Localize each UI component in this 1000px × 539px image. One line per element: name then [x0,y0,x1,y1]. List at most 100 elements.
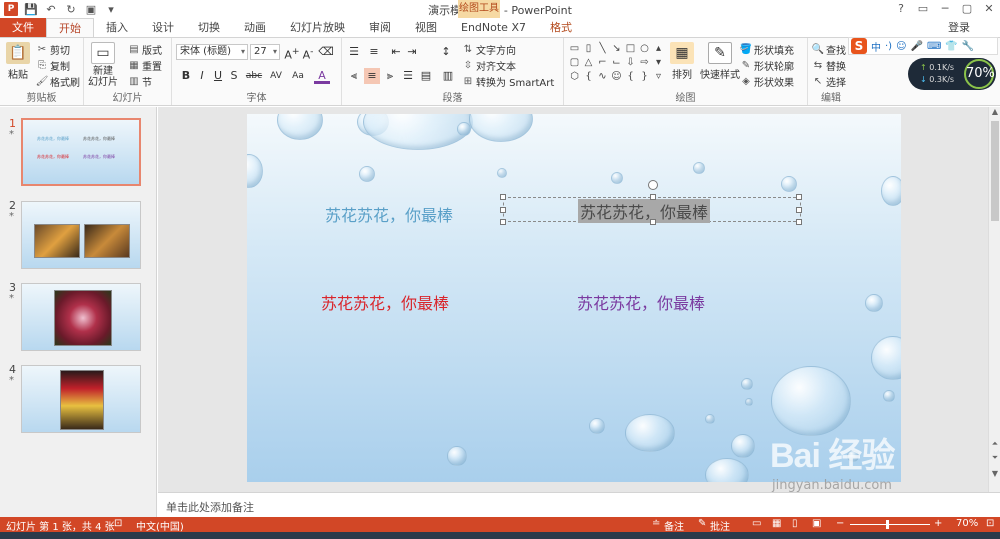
textbox-shape-icon[interactable]: ▭ [568,42,581,55]
distribute-icon[interactable]: ▤ [418,68,434,84]
section-button[interactable]: ▥ 节 [128,74,152,89]
slide-sorter-icon[interactable]: ▦ [772,518,781,529]
italic-button[interactable]: I [194,68,210,84]
gallery-more-icon[interactable]: ▿ [652,70,665,83]
grow-font-icon[interactable]: A+ [284,44,300,62]
layout-button[interactable]: ▤ 版式 [128,42,162,57]
brace-shape-icon[interactable]: { [582,70,595,83]
slideshow-view-icon[interactable]: ▣ [812,518,821,529]
new-slide-button[interactable]: ▭ 新建 幻灯片 [88,42,118,88]
line-spacing-icon[interactable]: ↕ [438,44,454,60]
columns-icon[interactable]: ▥ [440,68,456,84]
network-speed-widget[interactable]: ↑ 0.1K/s ↓ 0.3K/s 70% [908,58,996,90]
oval-shape-icon[interactable]: ○ [638,42,651,55]
justify-icon[interactable]: ☰ [400,68,416,84]
curve-shape-icon[interactable]: ⇩ [624,56,637,69]
resize-handle[interactable] [650,219,656,225]
slide-thumbnail-3[interactable] [21,283,141,351]
normal-view-icon[interactable]: ▭ [752,518,761,529]
reset-button[interactable]: ▦ 重置 [128,58,162,73]
rect-shape-icon[interactable]: □ [624,42,637,55]
resize-handle[interactable] [796,219,802,225]
tab-design[interactable]: 设计 [140,18,186,37]
paste-button[interactable]: 📋 粘贴 [6,42,30,81]
shape-effects-button[interactable]: ◈ 形状效果 [740,74,794,89]
slide-thumbnail-4[interactable] [21,365,141,433]
fit-slide-icon[interactable]: ⊡ [986,518,994,529]
shape-fill-button[interactable]: 🪣 形状填充 [740,42,794,57]
ribbon-display-icon[interactable]: ▭ [912,0,934,18]
shapes-gallery[interactable]: ▭ ▯ ╲ ↘ □ ○ ▴ ▢ △ ⌐ ⌙ ⇩ ⇨ ▾ ⬡{∿ ☺{} ▿ [568,42,668,83]
format-painter-button[interactable]: 🖌 格式刷 [36,74,80,89]
spellcheck-icon[interactable]: ⊡ [114,518,122,529]
tab-slideshow[interactable]: 幻灯片放映 [278,18,357,37]
sogou-logo-icon[interactable]: S [851,38,867,54]
ime-tools-icon[interactable]: 🔧 [962,41,974,52]
resize-handle[interactable] [500,219,506,225]
resize-handle[interactable] [796,194,802,200]
cut-button[interactable]: ✂ 剪切 [36,42,70,57]
tab-view[interactable]: 视图 [403,18,449,37]
arrow-shape-icon[interactable]: ↘ [610,42,623,55]
tab-review[interactable]: 审阅 [357,18,403,37]
rounded-rect-shape-icon[interactable]: ▢ [568,56,581,69]
close-icon[interactable]: ✕ [978,0,1000,18]
zoom-in-icon[interactable]: + [934,518,942,529]
language-status[interactable]: 中文(中国) [136,518,184,533]
change-case-button[interactable]: Aa [288,68,308,84]
maximize-icon[interactable]: ▢ [956,0,978,18]
font-size-combo[interactable]: 27 ▾ [250,44,280,60]
selected-text-highlight[interactable]: 苏花苏花，你最棒 [578,199,711,223]
rbrace-shape-icon[interactable]: } [638,70,651,83]
resize-handle[interactable] [796,207,802,213]
font-name-combo[interactable]: 宋体 (标题) ▾ [176,44,248,60]
line-shape-icon[interactable]: ╲ [596,42,609,55]
tab-format[interactable]: 格式 [538,18,584,37]
prev-slide-icon[interactable]: ⏶ [989,439,1000,451]
text-direction-button[interactable]: ⇅ 文字方向 [462,42,516,57]
minimize-icon[interactable]: ─ [934,0,956,18]
ime-keyboard-icon[interactable]: ⌨ [927,41,941,52]
resize-handle[interactable] [650,194,656,200]
elbow-shape-icon[interactable]: ⌙ [610,56,623,69]
char-spacing-button[interactable]: AV [266,68,286,84]
notes-toggle-icon[interactable]: ≐ [652,518,660,529]
tab-endnote[interactable]: EndNote X7 [449,18,538,37]
vertical-scrollbar[interactable]: ▲ ⏶ ⏷ ▼ [988,107,1000,492]
clear-format-icon[interactable]: ⌫ [318,44,334,60]
quick-styles-button[interactable]: ✎ 快速样式 [700,42,740,81]
increase-indent-icon[interactable]: ⇥ [404,44,420,60]
convert-smartart-button[interactable]: ⊞ 转换为 SmartArt [462,74,555,89]
tab-file[interactable]: 文件 [0,18,46,37]
notes-placeholder[interactable]: 单击此处添加备注 [166,499,254,515]
triangle-shape-icon[interactable]: △ [582,56,595,69]
slide-count-status[interactable]: 幻灯片 第 1 张，共 4 张 [6,518,115,533]
numbering-icon[interactable]: ≡ [366,44,382,60]
slide-canvas[interactable]: 苏花苏花，你最棒 苏花苏花，你最棒 苏花苏花，你最棒 苏花苏花，你最棒 [247,114,901,482]
slide-text-blue[interactable]: 苏花苏花，你最棒 [325,202,453,226]
reading-view-icon[interactable]: ▯ [792,518,798,529]
bold-button[interactable]: B [178,68,194,84]
redo-icon[interactable]: ↻ [64,3,78,16]
decrease-indent-icon[interactable]: ⇤ [388,44,404,60]
rotate-handle-icon[interactable] [648,180,658,190]
comments-toggle[interactable]: 批注 [710,518,730,533]
zoom-level[interactable]: 70% [956,518,978,529]
ime-punct-icon[interactable]: ·) [885,41,892,52]
resize-handle[interactable] [500,194,506,200]
arrow2-shape-icon[interactable]: ⇨ [638,56,651,69]
resize-handle[interactable] [500,207,506,213]
save-icon[interactable]: 💾 [24,3,38,16]
slide-text-red[interactable]: 苏花苏花，你最棒 [321,290,449,314]
copy-button[interactable]: ⎘ 复制 [36,58,70,73]
help-icon[interactable]: ? [890,0,912,18]
squiggle-shape-icon[interactable]: ∿ [596,70,609,83]
align-text-button[interactable]: ⇳ 对齐文本 [462,58,516,73]
shape-outline-button[interactable]: ✎ 形状轮廓 [740,58,794,73]
arrange-button[interactable]: ▦ 排列 [670,42,694,81]
select-button[interactable]: ↖ 选择 [812,74,846,89]
find-button[interactable]: 🔍 查找 [812,42,846,57]
hexagon-shape-icon[interactable]: ⬡ [568,70,581,83]
bullets-icon[interactable]: ☰ [346,44,362,60]
comments-icon[interactable]: ✎ [698,518,706,529]
